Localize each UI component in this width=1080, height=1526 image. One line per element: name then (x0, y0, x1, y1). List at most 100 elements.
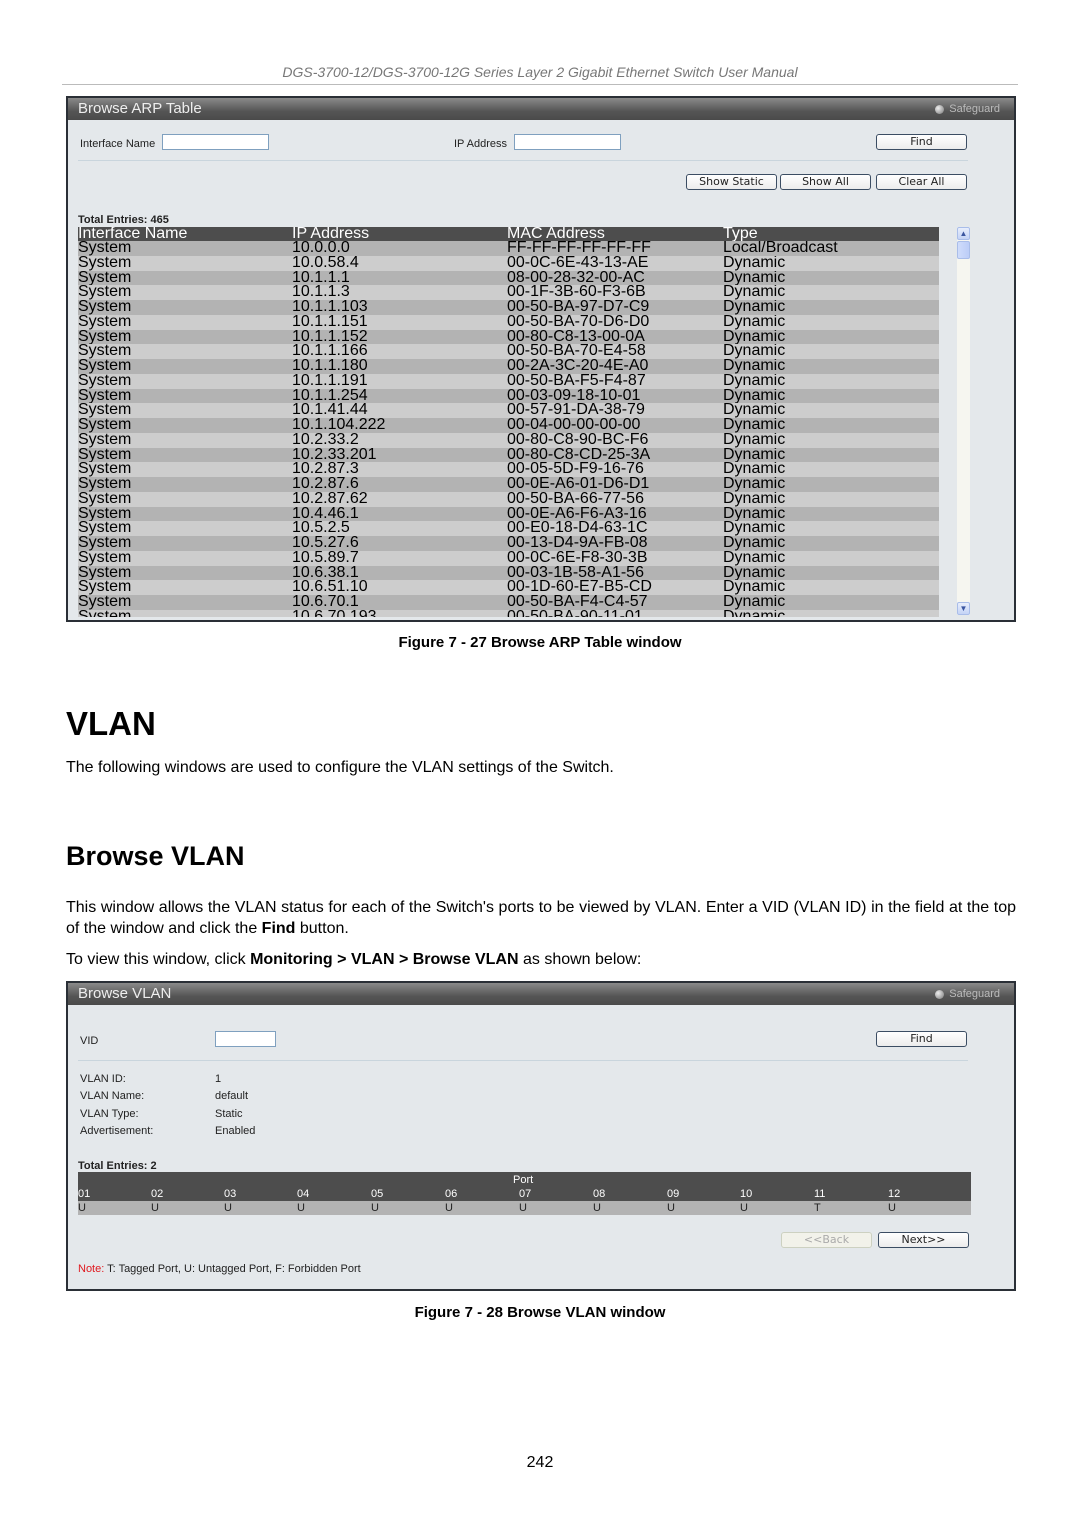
table-row: System 10.5.89.7 00-0C-6E-F8-30-3B Dynamic (78, 550, 939, 566)
header-divider (62, 84, 1018, 85)
port-legend-note: Note: T: Tagged Port, U: Untagged Port, … (78, 1263, 361, 1275)
cell-ip-address: 10.6.51.10 (292, 580, 368, 595)
cell-interface-name: System (78, 506, 132, 522)
cell-ip-address: 10.1.1.3 (292, 285, 350, 300)
arp-table-scrollbar[interactable]: ▲ ▼ (957, 227, 970, 615)
cell-type: Dynamic (723, 432, 786, 448)
vlan-window-title: Browse VLAN (78, 985, 172, 1002)
cell-mac-address: 00-1F-3B-60-F3-6B (507, 285, 646, 300)
port-status-03: U (224, 1202, 232, 1214)
cell-type: Dynamic (723, 329, 786, 345)
safeguard-label: Safeguard (949, 988, 1000, 1000)
cell-mac-address: 00-1D-60-E7-B5-CD (507, 580, 652, 595)
interface-name-input[interactable] (162, 134, 269, 150)
port-number-11: 11 (814, 1188, 826, 1200)
table-row: System 10.6.70.193 00-50-BA-90-11-01 Dynami… (78, 609, 939, 617)
cell-interface-name: System (78, 373, 132, 389)
ip-address-input[interactable] (514, 134, 621, 150)
table-row: System 10.2.33.2 00-80-C8-90-BC-F6 Dynamic (78, 432, 939, 448)
cell-type: Dynamic (723, 550, 786, 566)
show-all-button[interactable]: Show All (780, 174, 871, 190)
cell-mac-address: 00-80-C8-CD-25-3A (507, 447, 651, 463)
cell-type: Dynamic (723, 418, 786, 433)
cell-interface-name: System (78, 565, 132, 581)
cell-type: Dynamic (723, 595, 786, 610)
arp-window-title: Browse ARP Table (78, 100, 202, 117)
subsection-paragraph-1: This window allows the VLAN status for e… (66, 897, 1016, 939)
scroll-up-icon[interactable]: ▲ (957, 227, 970, 240)
find-button[interactable]: Find (876, 1031, 967, 1047)
note-text: T: Tagged Port, U: Untagged Port, F: For… (104, 1263, 361, 1275)
table-row: System 10.1.1.166 00-50-BA-70-E4-58 Dynamic (78, 344, 939, 359)
cell-ip-address: 10.0.0.0 (292, 241, 350, 256)
cell-interface-name: System (78, 447, 132, 463)
table-row: System 10.1.1.103 00-50-BA-97-D7-C9 Dynamic (78, 300, 939, 315)
port-number-10: 10 (740, 1188, 753, 1200)
cell-mac-address: 00-03-09-18-10-01 (507, 388, 641, 404)
cell-ip-address: 10.1.1.1 (292, 270, 350, 286)
cell-mac-address: 00-50-BA-70-D6-D0 (507, 314, 650, 330)
cell-ip-address: 10.2.87.62 (292, 491, 368, 507)
cell-mac-address: 00-50-BA-F5-F4-87 (507, 373, 646, 389)
back-button[interactable]: <<Back (781, 1232, 872, 1248)
cell-ip-address: 10.1.41.44 (292, 403, 368, 418)
table-row: System 10.5.2.5 00-E0-18-D4-63-1C Dynamic (78, 521, 939, 536)
safeguard-indicator: Safeguard (935, 98, 1000, 120)
port-status-04: U (297, 1202, 305, 1214)
interface-name-label: Interface Name (80, 138, 156, 150)
cell-mac-address: FF-FF-FF-FF-FF-FF (507, 241, 651, 256)
cell-mac-address: 00-0C-6E-43-13-AE (507, 255, 649, 271)
table-row: System 10.2.87.62 00-50-BA-66-77-56 Dynamic (78, 491, 939, 507)
scroll-thumb[interactable] (957, 241, 970, 259)
cell-ip-address: 10.1.1.180 (292, 359, 368, 374)
scroll-down-icon[interactable]: ▼ (957, 602, 970, 615)
port-number-12: 12 (888, 1188, 901, 1200)
cell-interface-name: System (78, 388, 132, 404)
cell-type: Dynamic (723, 491, 786, 507)
cell-type: Dynamic (723, 373, 786, 389)
port-number-04: 04 (297, 1188, 310, 1200)
cell-interface-name: System (78, 521, 132, 536)
port-number-07: 07 (519, 1188, 532, 1200)
table-row: System 10.1.1.151 00-50-BA-70-D6-D0 Dynamic (78, 314, 939, 330)
vlan-id-value: 1 (215, 1073, 222, 1085)
arp-table-body: System 10.0.0.0 FF-FF-FF-FF-FF-FF Local/Bro… (78, 241, 939, 617)
arp-table-header: Interface Name IP Address MAC Address Ty… (78, 227, 939, 241)
show-static-button[interactable]: Show Static (686, 174, 777, 190)
find-button[interactable]: Find (876, 134, 967, 150)
vid-label: VID (80, 1035, 99, 1047)
cell-type: Dynamic (723, 565, 786, 581)
cell-mac-address: 08-00-28-32-00-AC (507, 270, 645, 286)
cell-mac-address: 00-04-00-00-00-00 (507, 418, 641, 433)
port-status-06: U (445, 1202, 453, 1214)
port-status-10: U (740, 1202, 748, 1214)
cell-interface-name: System (78, 344, 132, 359)
cell-interface-name: System (78, 462, 132, 477)
cell-mac-address: 00-50-BA-66-77-56 (507, 491, 644, 507)
cell-mac-address: 00-80-C8-90-BC-F6 (507, 432, 649, 448)
arp-table: Interface Name IP Address MAC Address Ty… (78, 227, 939, 617)
cell-type: Dynamic (723, 255, 786, 271)
table-row: System 10.1.1.1 08-00-28-32-00-AC Dynamic (78, 270, 939, 286)
port-status-08: U (593, 1202, 601, 1214)
col-type: Type (723, 227, 758, 241)
cell-mac-address: 00-0C-6E-F8-30-3B (507, 550, 648, 566)
cell-type: Dynamic (723, 270, 786, 286)
cell-interface-name: System (78, 580, 132, 595)
port-number-08: 08 (593, 1188, 606, 1200)
section-intro: The following windows are used to config… (66, 759, 614, 776)
cell-interface-name: System (78, 300, 132, 315)
clear-all-button[interactable]: Clear All (876, 174, 967, 190)
cell-mac-address: 00-2A-3C-20-4E-A0 (507, 359, 649, 374)
next-button[interactable]: Next>> (878, 1232, 969, 1248)
table-row: System 10.1.1.3 00-1F-3B-60-F3-6B Dynamic (78, 285, 939, 300)
cell-interface-name: System (78, 536, 132, 551)
total-entries: Total Entries: 465 (78, 214, 169, 226)
port-number-01: 01 (78, 1188, 91, 1200)
vid-input[interactable] (215, 1031, 276, 1047)
safeguard-indicator: Safeguard (935, 983, 1000, 1005)
cell-ip-address: 10.5.89.7 (292, 550, 359, 566)
cell-type: Dynamic (723, 580, 786, 595)
cell-type: Dynamic (723, 447, 786, 463)
section-title: VLAN (66, 705, 156, 742)
